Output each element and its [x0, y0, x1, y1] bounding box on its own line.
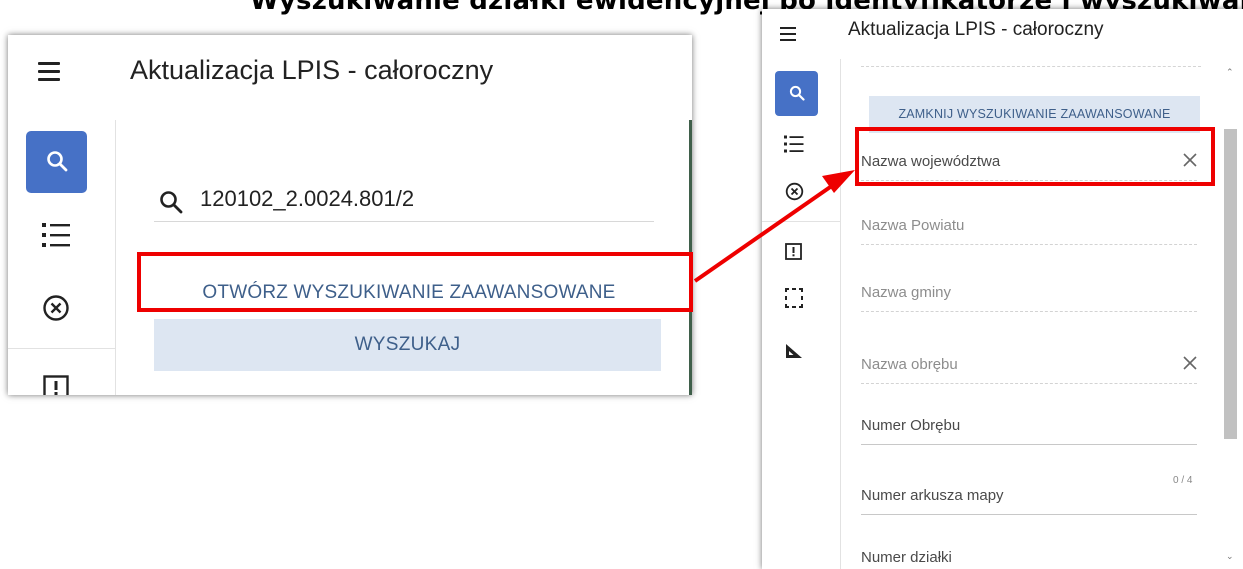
list-icon[interactable] [784, 135, 804, 153]
measure-icon[interactable] [785, 343, 803, 359]
menu-icon[interactable] [780, 27, 796, 45]
map-sheet-number-field[interactable]: Numer arkusza mapy [861, 477, 1197, 515]
search-tool-button[interactable] [775, 71, 818, 116]
app-title: Aktualizacja LPIS - całoroczny [130, 55, 494, 85]
commune-field[interactable]: Nazwa gminy [861, 274, 1197, 312]
field-underline [861, 444, 1197, 445]
field-underline [861, 383, 1197, 384]
parcel-search-input[interactable] [198, 183, 642, 215]
search-icon [47, 151, 68, 172]
field-divider [861, 66, 1201, 67]
parcel-search-field[interactable] [154, 175, 654, 222]
alert-box-icon[interactable] [43, 375, 69, 395]
precinct-number-field[interactable]: Numer Obrębu [861, 407, 1197, 445]
field-underline [861, 244, 1197, 245]
left-screenshot-panel: Aktualizacja LPIS - całoroczny OTWÓRZ WY… [8, 35, 692, 395]
list-icon[interactable] [42, 222, 72, 248]
field-label: Numer Obrębu [861, 417, 961, 434]
right-screenshot-panel: Aktualizacja LPIS - całoroczny ZAMKNIJ W… [762, 9, 1243, 569]
field-underline [861, 311, 1197, 312]
cancel-icon[interactable] [42, 294, 70, 322]
scroll-down-icon[interactable]: ⌄ [1226, 551, 1234, 562]
scroll-up-icon[interactable]: ⌃ [1226, 67, 1234, 78]
sidebar-separator [762, 221, 840, 222]
search-button[interactable]: WYSZUKAJ [154, 319, 661, 371]
menu-icon[interactable] [38, 62, 60, 86]
county-field[interactable]: Nazwa Powiatu [861, 207, 1197, 245]
sidebar-separator [8, 348, 115, 349]
search-icon [160, 191, 183, 214]
field-label: Numer działki [861, 549, 952, 566]
field-label: Nazwa Powiatu [861, 217, 965, 234]
search-tool-button[interactable] [26, 131, 87, 193]
parcel-number-field[interactable]: Numer działki [861, 539, 1197, 569]
field-label: Nazwa obrębu [861, 356, 958, 373]
selection-icon[interactable] [785, 288, 803, 308]
alert-box-icon[interactable] [785, 243, 802, 260]
sidebar-divider [115, 120, 116, 395]
app-title: Aktualizacja LPIS - całoroczny [848, 19, 1104, 40]
search-icon [789, 85, 805, 101]
field-underline [861, 514, 1197, 515]
highlight-box-advanced-button [137, 252, 693, 312]
clear-icon[interactable] [1183, 356, 1197, 370]
field-label: Numer arkusza mapy [861, 487, 1004, 504]
highlight-box-voivodeship-field [855, 127, 1215, 186]
field-label: Nazwa gminy [861, 284, 952, 301]
scrollbar-thumb[interactable] [1224, 129, 1237, 439]
cancel-icon[interactable] [785, 182, 804, 201]
precinct-name-field[interactable]: Nazwa obrębu [861, 346, 1197, 384]
